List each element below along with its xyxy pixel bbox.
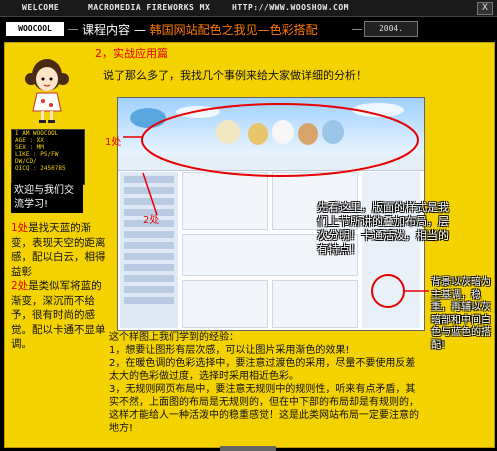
profile-line: DW/CD/ [15, 158, 37, 165]
profile-line: LIKE : PS/FW [15, 151, 59, 158]
welcome-label: WELCOME [22, 3, 60, 12]
content-panel: 2，实战应用篇 说了那么多了，我找几个事例来给大家做详细的分析！ I AM WO… [4, 42, 495, 448]
cartoon-banner-icon [130, 103, 404, 145]
lesson-item: 2，在暖色调的色彩选择中，要注意过渡色的采用，尽量不要使用反差太大的色彩做过度，… [109, 358, 416, 382]
logo[interactable]: WOOCOOL [6, 22, 64, 36]
callout-label-2: 2处 [143, 215, 160, 226]
close-button[interactable]: X [477, 2, 493, 15]
profile-line: AGE : XX [15, 137, 44, 144]
profile-line: I AM WOOCOOL [15, 130, 59, 137]
url-label[interactable]: HTTP://WWW.WOOSHOW.COM [232, 3, 349, 12]
profile-card: I AM WOOCOOL AGE : XX SEX : MM LIKE : PS… [11, 129, 85, 185]
left-annotation: 1处是找天蓝的渐变，表现天空的距离感，配以白云，相得益彰 2处是类似军将蓝的渐变… [11, 221, 107, 352]
page: WELCOME MACROMEDIA FIREWORKS MX HTTP://W… [0, 0, 497, 451]
profile-line: SEX : MM [15, 144, 44, 151]
profile-line: OICQ : 2450785 [15, 165, 66, 172]
lessons-block: 这个样图上我们学到的经验： 1，想要让图形有层次感，可以让图片采用渐色的效果! … [109, 331, 421, 435]
date-badge: 2004. [364, 21, 418, 37]
annotation-tag-2: 2处 [11, 280, 29, 292]
lessons-title: 这个样图上我们学到的经验： [109, 332, 239, 343]
lesson-item: 1，想要让图形有层次感，可以让图片采用渐色的效果! [109, 345, 350, 356]
site-sidebar [120, 172, 178, 328]
welcome-message: 欢迎与我们交流学习! [11, 183, 83, 213]
girl-avatar-icon [25, 59, 69, 123]
callout-label-1: 1处 [105, 137, 122, 148]
page-title: 课程内容 — 韩国网站配色之我见—色彩搭配 [82, 21, 318, 38]
intro-text: 说了那么多了，我找几个事例来给大家做详细的分析！ [103, 69, 367, 82]
title-row: WOOCOOL 课程内容 — 韩国网站配色之我见—色彩搭配 2004. [0, 17, 497, 41]
background-note: 背景以灰暗为主基调，稳重，再辅以灰暗部和中间白色与蓝色的搭配! [431, 277, 491, 351]
lesson-item: 3，无规则网页布局中，要注意无规则中的规则性，听来有点矛盾，其实不然，上面图的布… [109, 384, 419, 434]
top-bar: WELCOME MACROMEDIA FIREWORKS MX HTTP://W… [0, 0, 497, 17]
divider [68, 29, 78, 30]
divider [352, 29, 362, 30]
bottom-scroll-tab[interactable] [220, 446, 276, 451]
sky-banner [118, 98, 424, 154]
section-heading: 2，实战应用篇 [95, 47, 168, 60]
layout-note: 先看这里，版面的样式是我们上节所讲的叠加布局，层次分明！卡通活泼，相当的有特点！ [317, 201, 449, 256]
product-label: MACROMEDIA FIREWORKS MX [88, 3, 211, 12]
site-nav-bar [118, 154, 424, 171]
page-title-prefix: 课程内容 — [82, 23, 146, 37]
annotation-tag-1: 1处 [11, 222, 29, 234]
page-title-highlight: 韩国网站配色之我见—色彩搭配 [149, 23, 318, 37]
